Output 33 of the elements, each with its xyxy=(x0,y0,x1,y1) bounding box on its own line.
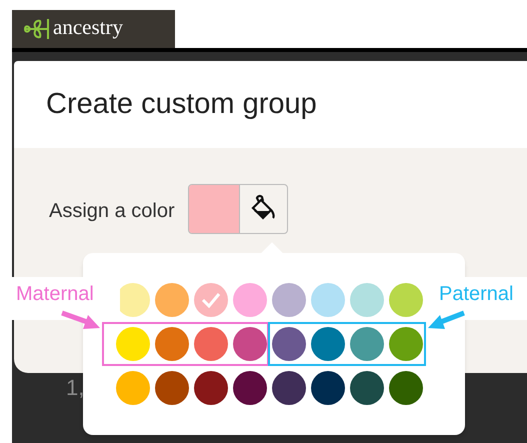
color-swatch[interactable] xyxy=(233,327,267,361)
check-icon xyxy=(201,292,221,308)
color-swatch[interactable] xyxy=(272,371,306,405)
color-swatch[interactable] xyxy=(194,327,228,361)
color-swatch[interactable] xyxy=(272,283,306,317)
logo-text: ancestry xyxy=(53,17,123,41)
color-swatch[interactable] xyxy=(233,371,267,405)
color-swatch[interactable] xyxy=(350,371,384,405)
color-swatch[interactable] xyxy=(116,327,150,361)
field-label: Assign a color xyxy=(49,199,175,224)
color-swatch[interactable] xyxy=(233,283,267,317)
color-swatch[interactable] xyxy=(389,327,423,361)
annotation-label: Paternal xyxy=(439,284,514,304)
color-picker[interactable] xyxy=(188,184,288,234)
color-swatch[interactable] xyxy=(311,371,345,405)
color-swatch[interactable] xyxy=(272,327,306,361)
dialog-title: Create custom group xyxy=(46,86,317,122)
color-swatch[interactable] xyxy=(194,283,228,317)
leaf-icon xyxy=(24,18,50,40)
color-swatch[interactable] xyxy=(155,283,189,317)
color-swatch[interactable] xyxy=(350,283,384,317)
color-swatch[interactable] xyxy=(389,371,423,405)
color-swatch[interactable] xyxy=(311,283,345,317)
annotation-label: Maternal xyxy=(16,284,94,304)
color-swatch[interactable] xyxy=(194,371,228,405)
logo[interactable]: ancestry xyxy=(12,10,175,48)
color-swatch[interactable] xyxy=(116,371,150,405)
color-swatch[interactable] xyxy=(155,327,189,361)
background-text: 1, xyxy=(66,377,84,399)
color-swatch[interactable] xyxy=(350,327,384,361)
color-swatch[interactable] xyxy=(155,371,189,405)
color-swatch[interactable] xyxy=(389,283,423,317)
color-swatch[interactable] xyxy=(311,327,345,361)
